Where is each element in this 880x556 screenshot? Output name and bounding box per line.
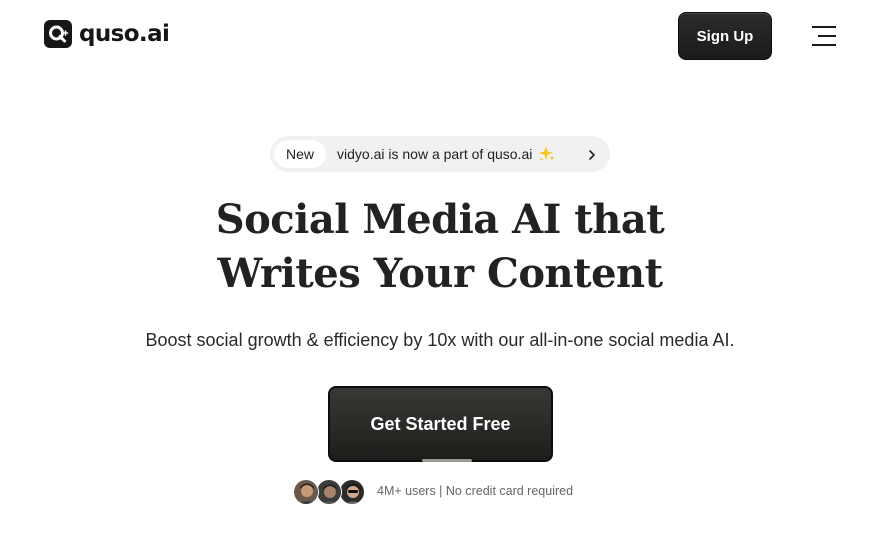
button-highlight <box>422 459 472 462</box>
announcement-pill[interactable]: New vidyo.ai is now a part of quso.ai <box>270 136 610 172</box>
new-badge: New <box>274 140 327 168</box>
hero-title-line-1: Social Media AI that <box>215 196 665 243</box>
avatar <box>316 479 342 505</box>
brand-name: quso.ai <box>79 21 170 47</box>
user-avatars <box>293 479 369 505</box>
sign-up-button[interactable]: Sign Up <box>678 12 772 60</box>
quso-logo-icon <box>44 20 72 48</box>
sparkles-icon <box>538 145 556 163</box>
avatar <box>339 479 365 505</box>
chevron-right-icon <box>588 148 596 166</box>
get-started-button[interactable]: Get Started Free <box>328 386 553 462</box>
hero-subtitle: Boost social growth & efficiency by 10x … <box>145 330 735 350</box>
avatar <box>293 479 319 505</box>
hero-title-line-2: Writes Your Content <box>217 250 663 297</box>
social-proof-text: 4M+ users | No credit card required <box>377 484 574 498</box>
brand-logo[interactable]: quso.ai <box>44 20 170 48</box>
hamburger-menu-icon[interactable] <box>810 24 838 48</box>
announcement-text: vidyo.ai is now a part of quso.ai <box>337 146 533 162</box>
